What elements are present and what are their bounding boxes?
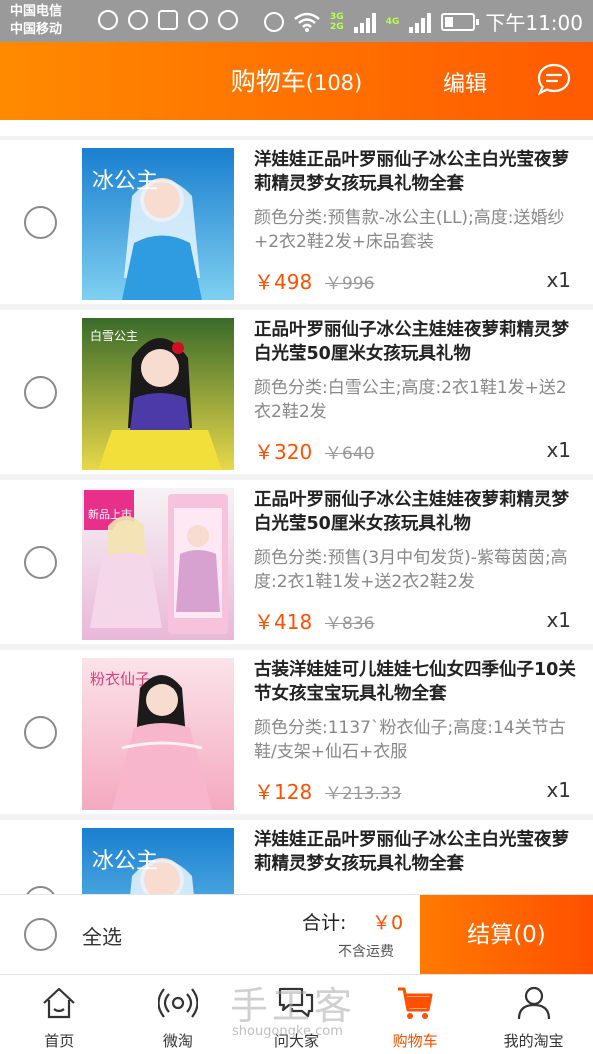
- signal-icon-1: [353, 11, 376, 33]
- product-thumbnail[interactable]: 冰公主: [82, 828, 234, 894]
- product-price: ￥498: [254, 270, 313, 294]
- item-select-radio[interactable]: [24, 376, 57, 409]
- product-name[interactable]: 古装洋娃娃可儿娃娃七仙女四季仙子10关节女孩宝宝玩具礼物全套: [254, 658, 576, 706]
- select-all-label[interactable]: 全选: [82, 921, 122, 950]
- product-sku[interactable]: 颜色分类:1137`粉衣仙子;高度:14关节古鞋/支架+仙石+衣服: [254, 716, 576, 764]
- status-bar: 中国电信 中国移动 3G 2G 4G 下午11:00: [0, 0, 593, 42]
- tab-label: 微淘: [162, 1032, 193, 1050]
- product-old-price: ￥640: [325, 444, 375, 464]
- home-icon: [43, 987, 76, 1019]
- product-quantity: x1: [546, 608, 571, 632]
- product-quantity: x1: [546, 778, 571, 802]
- system-status: 3G 2G 4G 下午11:00: [264, 7, 583, 36]
- wechat-icon-2: [188, 10, 208, 30]
- message-notification-icon: [98, 10, 118, 30]
- thumb-text: 冰公主: [92, 169, 158, 194]
- total-label: 合计:: [302, 912, 347, 934]
- product-thumbnail[interactable]: 白雪公主: [82, 318, 234, 470]
- block-icon: [218, 10, 238, 30]
- tab-label: 我的淘宝: [503, 1032, 564, 1050]
- edit-button[interactable]: 编辑: [443, 66, 487, 98]
- product-thumbnail[interactable]: 冰公主: [82, 148, 234, 300]
- tab-cart[interactable]: 购物车: [356, 975, 475, 1054]
- item-select-radio[interactable]: [24, 546, 57, 579]
- image-icon: [158, 10, 178, 30]
- product-sku[interactable]: 颜色分类:预售款-冰公主(LL);高度:送婚纱+2衣2鞋2发+床品套装: [254, 206, 576, 254]
- wifi-icon: [294, 12, 320, 32]
- tab-home[interactable]: 首页: [0, 975, 119, 1054]
- product-quantity: x1: [546, 268, 571, 292]
- select-all-radio[interactable]: [24, 918, 57, 951]
- item-select-radio[interactable]: [24, 886, 57, 894]
- product-old-price: ￥213.33: [325, 784, 402, 804]
- product-price: ￥418: [254, 610, 313, 634]
- thumb-text: 冰公主: [92, 849, 158, 874]
- product-thumbnail[interactable]: 新品上市: [82, 488, 234, 640]
- product-name[interactable]: 正品叶罗丽仙子冰公主娃娃夜萝莉精灵梦白光莹50厘米女孩玩具礼物: [254, 488, 576, 536]
- carrier-1: 中国电信: [10, 4, 63, 19]
- shipping-note: 不含运费: [338, 944, 394, 960]
- product-price: ￥320: [254, 440, 313, 464]
- cart-item[interactable]: 白雪公主 正品叶罗丽仙子冰公主娃娃夜萝莉精灵梦白光莹50厘米女孩玩具礼物 颜色分…: [0, 310, 593, 474]
- watermark-url: shougongke.com: [232, 1024, 343, 1039]
- product-old-price: ￥836: [325, 614, 375, 634]
- signal-icon-2: [409, 11, 432, 33]
- wechat-icon: [128, 10, 148, 30]
- cart-count: (108): [305, 71, 363, 95]
- carrier-info: 中国电信 中国移动: [10, 3, 62, 39]
- thumb-text: 粉衣仙子: [90, 670, 150, 688]
- cart-item[interactable]: 粉衣仙子 古装洋娃娃可儿娃娃七仙女四季仙子10关节女孩宝宝玩具礼物全套 颜色分类…: [0, 650, 593, 814]
- product-quantity: x1: [546, 438, 571, 462]
- user-icon: [517, 986, 550, 1020]
- watermark-logo: 手工客: [230, 984, 357, 1028]
- product-name[interactable]: 洋娃娃正品叶罗丽仙子冰公主白光莹夜萝莉精灵梦女孩玩具礼物全套: [254, 828, 576, 876]
- message-bubble-icon[interactable]: [536, 62, 572, 98]
- cart-header: 购物车(108) 编辑: [0, 42, 593, 120]
- product-name[interactable]: 正品叶罗丽仙子冰公主娃娃夜萝莉精灵梦白光莹50厘米女孩玩具礼物: [254, 318, 576, 366]
- product-sku[interactable]: 颜色分类:白雪公主;高度:2衣1鞋1发+送2衣2鞋2发: [254, 376, 576, 424]
- tab-label: 首页: [44, 1032, 75, 1050]
- product-name[interactable]: 洋娃娃正品叶罗丽仙子冰公主白光莹夜萝莉精灵梦女孩玩具礼物全套: [254, 148, 576, 196]
- net-4g-label: 4G: [385, 16, 400, 27]
- product-price: ￥128: [254, 780, 313, 804]
- cart-item-partial-top: [0, 120, 593, 136]
- vibrate-icon: [264, 11, 285, 32]
- product-thumbnail[interactable]: 粉衣仙子: [82, 658, 234, 810]
- checkout-bar: 全选 合计: ￥0 不含运费 结算(0): [0, 894, 593, 975]
- net-2g-label: 2G: [330, 21, 344, 32]
- cart-list[interactable]: 冰公主 洋娃娃正品叶罗丽仙子冰公主白光莹夜萝莉精灵梦女孩玩具礼物全套 颜色分类:…: [0, 120, 593, 894]
- broadcast-icon: [157, 988, 198, 1018]
- battery-level: [445, 16, 454, 27]
- cart-item[interactable]: 冰公主 洋娃娃正品叶罗丽仙子冰公主白光莹夜萝莉精灵梦女孩玩具礼物全套: [0, 820, 593, 894]
- notification-icons: [98, 10, 238, 30]
- clock: 下午11:00: [485, 11, 583, 35]
- cart-item[interactable]: 冰公主 洋娃娃正品叶罗丽仙子冰公主白光莹夜萝莉精灵梦女孩玩具礼物全套 颜色分类:…: [0, 140, 593, 304]
- battery-icon: [441, 12, 480, 31]
- cart-icon: [398, 987, 433, 1019]
- cart-item[interactable]: 新品上市 正品叶罗丽仙子冰公主娃娃夜萝莉精灵梦白光莹50厘米女孩玩具礼物 颜色分…: [0, 480, 593, 644]
- product-sku[interactable]: 颜色分类:预售(3月中旬发货)-紫莓茵茵;高度:2衣1鞋1发+送2衣2鞋2发: [254, 546, 576, 594]
- title-text: 购物车: [230, 67, 306, 96]
- product-old-price: ￥996: [325, 274, 375, 294]
- total-amount: ￥0: [372, 912, 404, 934]
- checkout-button[interactable]: 结算(0): [420, 895, 593, 975]
- tab-my-taobao[interactable]: 我的淘宝: [474, 975, 593, 1054]
- page-title: 购物车(108): [0, 62, 593, 98]
- network-3g-2g: 3G 2G: [330, 12, 344, 32]
- net-3g-label: 3G: [330, 11, 344, 22]
- item-select-radio[interactable]: [24, 206, 57, 239]
- item-select-radio[interactable]: [24, 716, 57, 749]
- thumb-text: 白雪公主: [90, 328, 138, 343]
- carrier-2: 中国移动: [10, 22, 63, 37]
- tab-weitao[interactable]: 微淘: [119, 975, 238, 1054]
- tab-label: 购物车: [392, 1032, 438, 1050]
